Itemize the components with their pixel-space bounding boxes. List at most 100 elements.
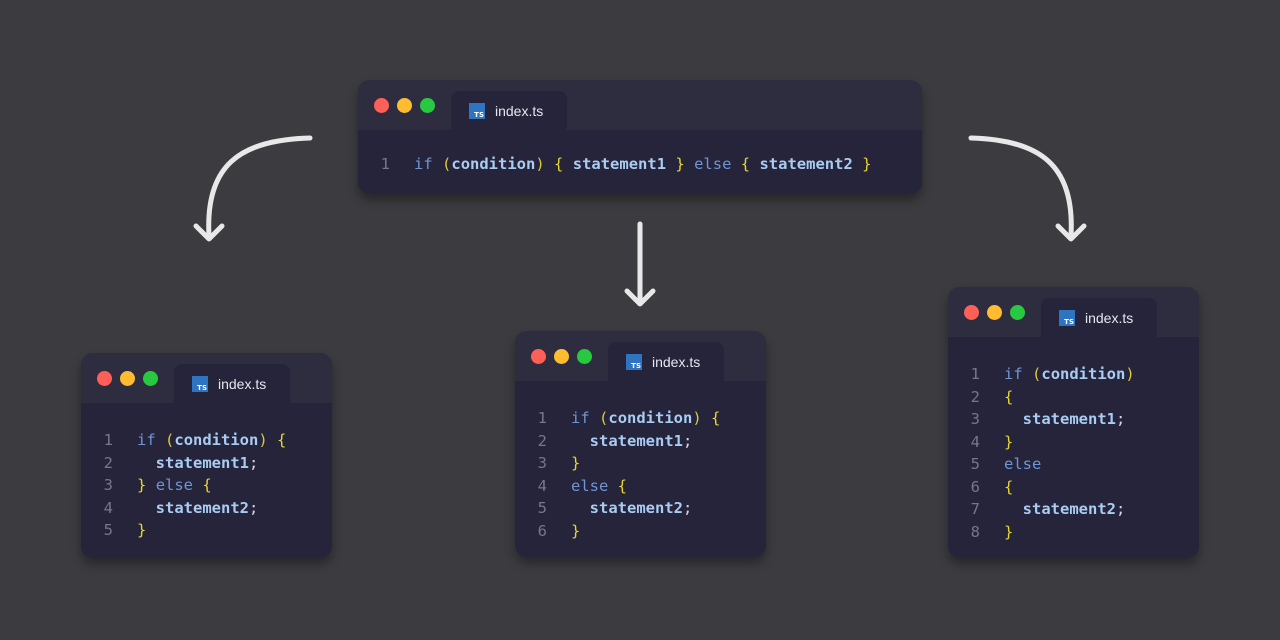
brace-token: } <box>675 155 685 173</box>
typescript-file-icon: TS <box>1059 309 1075 326</box>
code-line: 1 if (condition) <box>948 363 1199 386</box>
brace-token: { <box>617 476 628 495</box>
code-line: 2 statement1; <box>81 452 332 475</box>
file-tab[interactable]: TS index.ts <box>1041 298 1157 337</box>
window-maximize-dot[interactable] <box>577 349 592 364</box>
semicolon-token: ; <box>1116 500 1126 518</box>
brace-token: } <box>571 454 581 472</box>
file-tab-label: index.ts <box>1085 309 1134 326</box>
keyword-token: if <box>137 431 156 449</box>
paren-token: ( <box>442 155 452 173</box>
identifier-token: statement1 <box>589 431 683 450</box>
identifier-token: condition <box>451 155 536 173</box>
paren-token: ) <box>535 155 545 173</box>
code-line: 3} else { <box>81 474 332 497</box>
code-line: 5 statement2; <box>515 497 766 520</box>
file-tab-label: index.ts <box>652 353 701 370</box>
brace-token: } <box>137 476 147 494</box>
keyword-token: else <box>155 476 194 494</box>
window-titlebar: TS index.ts <box>515 331 766 381</box>
window-close-dot[interactable] <box>374 98 389 113</box>
typescript-file-icon: TS <box>192 375 208 392</box>
brace-token: } <box>571 521 581 540</box>
window-maximize-dot[interactable] <box>143 371 158 386</box>
style-window-left: TS index.ts 1 if (condition) {2 statement1;… <box>81 353 332 558</box>
window-minimize-dot[interactable] <box>554 349 569 364</box>
file-tab-label: index.ts <box>495 102 544 119</box>
line-number: 5 <box>970 455 980 473</box>
code-line: 2{ <box>948 386 1199 409</box>
code-line: 3} <box>515 452 766 475</box>
identifier-token: statement2 <box>589 499 683 517</box>
line-number: 3 <box>103 476 113 494</box>
window-maximize-dot[interactable] <box>1010 305 1025 320</box>
typescript-file-icon: TS <box>469 102 485 119</box>
file-tab-label: index.ts <box>218 375 267 392</box>
file-tab[interactable]: TS index.ts <box>174 364 290 403</box>
brace-token: } <box>137 521 147 539</box>
line-number: 6 <box>537 521 547 540</box>
line-number: 2 <box>537 431 547 450</box>
code-area: 1 if (condition) 2{3 statement1; 4} 5 else 6{7… <box>948 337 1199 543</box>
line-number: 3 <box>537 454 547 472</box>
line-number: 5 <box>103 521 113 539</box>
line-number: 4 <box>103 498 113 517</box>
window-close-dot[interactable] <box>531 349 546 364</box>
brace-token: } <box>1004 522 1014 541</box>
keyword-token: if <box>1004 365 1023 383</box>
code-line: 4 statement2; <box>81 497 332 520</box>
identifier-token: condition <box>608 409 693 427</box>
paren-token: ) <box>692 409 702 427</box>
paren-token: ) <box>1125 365 1135 383</box>
file-tab[interactable]: TS index.ts <box>451 91 567 130</box>
brace-token: { <box>1004 477 1014 496</box>
file-tab[interactable]: TS index.ts <box>608 342 724 381</box>
semicolon-token: ; <box>249 498 259 517</box>
window-maximize-dot[interactable] <box>420 98 435 113</box>
brace-token: { <box>740 155 751 173</box>
typescript-file-icon: TS <box>626 353 642 370</box>
brace-token: { <box>554 155 564 173</box>
paren-token: ) <box>258 431 268 449</box>
style-window-right: TS index.ts 1 if (condition) 2{3 statement1;… <box>948 287 1199 558</box>
identifier-token: condition <box>1041 365 1126 383</box>
code-area: 1 if (condition) {2 statement1; 3} else {4… <box>81 403 332 542</box>
code-line: 5 else <box>948 453 1199 476</box>
identifier-token: condition <box>174 431 259 449</box>
line-number: 7 <box>970 500 980 518</box>
line-number: 8 <box>970 522 980 541</box>
paren-token: ( <box>599 409 609 427</box>
line-number: 4 <box>970 432 980 451</box>
keyword-token: else <box>571 476 609 495</box>
semicolon-token: ; <box>1116 410 1126 428</box>
line-number: 5 <box>537 499 547 517</box>
window-minimize-dot[interactable] <box>120 371 135 386</box>
window-close-dot[interactable] <box>97 371 112 386</box>
identifier-token: statement2 <box>155 498 249 517</box>
line-number: 3 <box>970 410 980 428</box>
code-line: 5} <box>81 519 332 542</box>
line-number: 1 <box>970 365 980 383</box>
source-code-window: TS index.ts 1 if (condition) { statement… <box>358 80 922 194</box>
code-line: 2 statement1; <box>515 430 766 453</box>
window-minimize-dot[interactable] <box>987 305 1002 320</box>
code-line: 6{ <box>948 476 1199 499</box>
line-number: 2 <box>103 453 113 472</box>
code-line: 8} <box>948 521 1199 544</box>
paren-token: ( <box>165 431 175 449</box>
brace-token: { <box>1004 387 1014 406</box>
semicolon-token: ; <box>683 499 693 517</box>
window-close-dot[interactable] <box>964 305 979 320</box>
keyword-token: else <box>1004 455 1042 473</box>
keyword-token: if <box>414 155 433 173</box>
window-titlebar: TS index.ts <box>81 353 332 403</box>
line-number: 1 <box>537 409 547 427</box>
window-minimize-dot[interactable] <box>397 98 412 113</box>
